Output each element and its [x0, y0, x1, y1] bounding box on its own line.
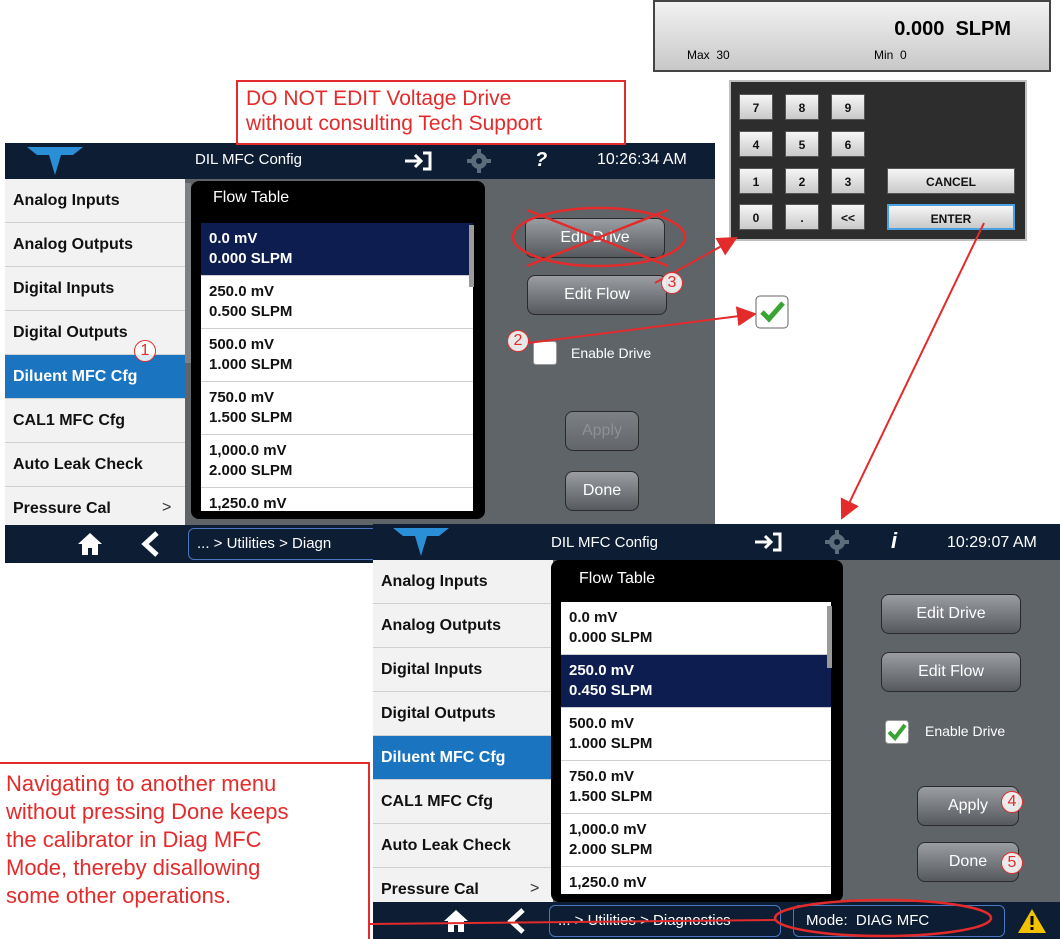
- step-1-marker: 1: [134, 340, 156, 362]
- step-2-marker: 2: [507, 330, 529, 352]
- step-4-marker: 4: [1001, 791, 1023, 813]
- step-5-marker: 5: [1001, 852, 1023, 874]
- checkmark-icon: [755, 295, 789, 329]
- step-3-marker: 3: [661, 272, 683, 294]
- annotation-overlay: [369, 206, 993, 938]
